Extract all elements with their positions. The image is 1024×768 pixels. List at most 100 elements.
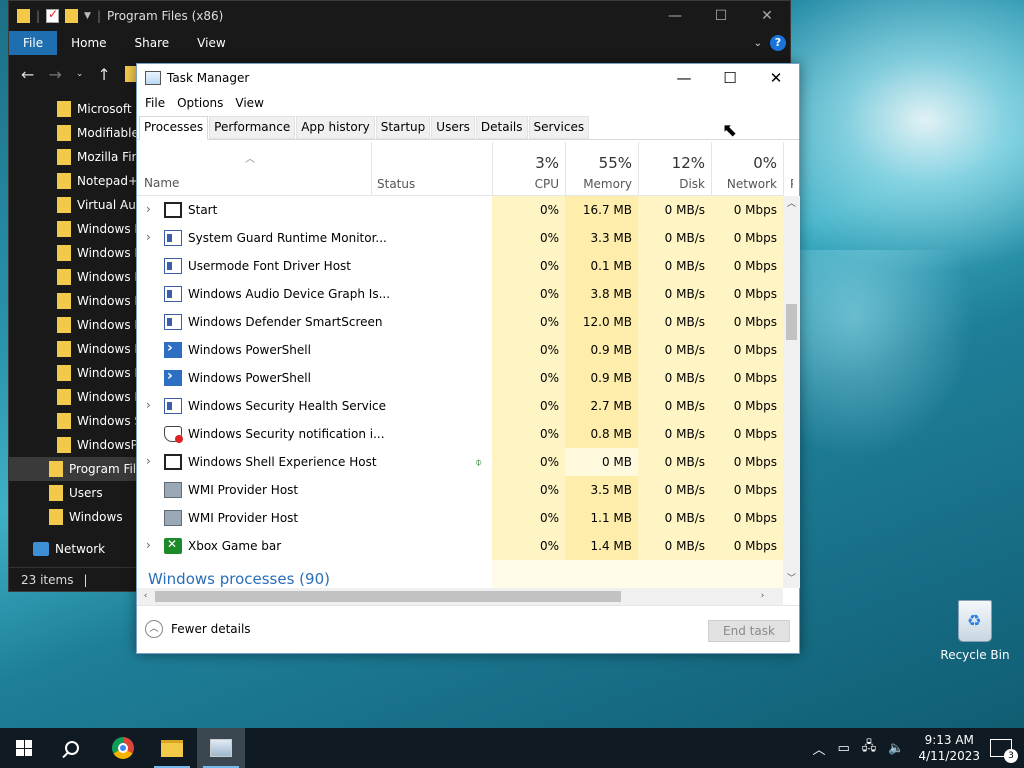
column-name[interactable]: Name [144,176,179,190]
sidebar-item[interactable]: Windows S [9,409,136,433]
end-task-button[interactable]: End task [708,620,790,642]
ribbon-expand-chevron-icon[interactable]: ⌄ [754,38,762,49]
column-power-header[interactable]: P [783,142,793,196]
properties-icon[interactable] [46,7,60,23]
volume-icon[interactable]: 🔈 [888,741,904,756]
menu-options[interactable]: Options [173,96,231,110]
table-row[interactable]: Windows PowerShell 0%0.9 MB0 MB/s0 Mbps [137,364,783,392]
explorer-minimize-button[interactable]: — [652,1,698,31]
sidebar-item[interactable]: Modifiable [9,121,136,145]
tab-performance[interactable]: Performance [209,116,296,139]
clock[interactable]: 9:13 AM 4/11/2023 [918,732,980,764]
taskbar-chrome[interactable] [99,728,147,768]
sidebar-item[interactable]: Windows M [9,289,136,313]
menu-view[interactable]: View [231,96,271,110]
expand-chevron-icon[interactable]: › [146,230,151,244]
sidebar-item[interactable]: Notepad++ [9,169,136,193]
tab-processes[interactable]: Processes [139,116,209,140]
explorer-close-button[interactable]: ✕ [744,1,790,31]
sidebar-item[interactable]: Windows P [9,385,136,409]
help-icon[interactable]: ? [770,35,786,51]
scroll-right-icon[interactable]: › [754,588,771,605]
table-row[interactable]: Windows Defender SmartScreen 0% 12.0 MB 0 M… [137,308,783,336]
sidebar-item[interactable]: Network [9,537,136,561]
table-row[interactable]: Windows Audio Device Graph Is... 0% 3.8 MB… [137,280,783,308]
column-cpu-header[interactable]: 3% CPU [492,142,565,196]
explorer-title-bar[interactable]: | ▼ | Program Files (x86) — ☐ ✕ [9,1,790,31]
forward-arrow-icon[interactable]: → [48,65,61,84]
sidebar-item[interactable]: Mozilla Fire [9,145,136,169]
sidebar-item[interactable]: Program File [9,457,136,481]
maximize-button[interactable]: ☐ [707,64,753,92]
sidebar-item[interactable]: Virtual Aud [9,193,136,217]
expand-chevron-icon[interactable]: › [146,454,151,468]
quick-access-dropdown-icon[interactable]: ▼ [84,11,91,21]
group-header-row[interactable]: Windows processes (90) [137,560,783,590]
expand-chevron-icon[interactable]: › [146,538,151,552]
close-button[interactable]: ✕ [753,64,799,92]
sidebar-item[interactable]: WindowsPo [9,433,136,457]
scroll-up-icon[interactable]: ︿ [783,196,800,213]
menu-file[interactable]: File [141,96,173,110]
table-row[interactable]: Windows PowerShell 0%0.9 MB0 MB/s0 Mbps [137,336,783,364]
ribbon-tab-home[interactable]: Home [57,31,120,55]
ribbon-tab-view[interactable]: View [183,31,239,55]
action-center-icon[interactable]: 3 [990,739,1018,763]
tablet-icon[interactable]: ▭ [837,741,849,756]
network-icon[interactable]: 🖧 [862,737,877,759]
table-row[interactable]: › System Guard Runtime Monitor... 0% 3.3 MB… [137,224,783,252]
ribbon-tab-share[interactable]: Share [121,31,184,55]
vertical-scroll-thumb[interactable] [786,304,797,340]
sidebar-item[interactable]: Windows D [9,241,136,265]
sidebar-item[interactable]: Windows P [9,361,136,385]
table-row[interactable]: Windows Security notification i... 0% 0.8 … [137,420,783,448]
up-arrow-icon[interactable]: ↑ [97,65,110,84]
horizontal-scroll-thumb[interactable] [155,591,621,602]
expand-chevron-icon[interactable]: › [146,202,151,216]
show-hidden-icons-chevron-icon[interactable]: ︿ [812,739,825,758]
table-row[interactable]: Usermode Font Driver Host 0% 0.1 MB 0 MB/s 0… [137,252,783,280]
shield-process-icon [164,426,183,443]
recycle-bin[interactable]: Recycle Bin [940,600,1010,662]
table-row[interactable]: › Windows Shell Experience Host ⌽ 0% 0 MB 0 M… [137,448,783,476]
table-row[interactable]: › Start 0% 16.7 MB 0 MB/s 0 Mbps [137,196,783,224]
tab-services[interactable]: Services [528,116,590,139]
horizontal-scrollbar[interactable]: ‹ › [137,588,783,605]
sidebar-item[interactable]: Windows M [9,265,136,289]
column-status-header[interactable]: Status [371,142,492,196]
expand-chevron-icon[interactable]: › [146,398,151,412]
taskbar-file-explorer[interactable] [148,728,196,768]
tab-app-history[interactable]: App history [296,116,375,139]
sidebar-item[interactable]: Windows D [9,217,136,241]
minimize-button[interactable]: — [661,64,707,92]
task-manager-title-bar[interactable]: Task Manager — ☐ ✕ [137,64,799,92]
column-memory-header[interactable]: 55% Memory [565,142,638,196]
tab-startup[interactable]: Startup [375,116,431,139]
table-row[interactable]: › Windows Security Health Service 0% 2.7 MB… [137,392,783,420]
tab-users[interactable]: Users [431,116,475,139]
sidebar-item[interactable]: Windows M [9,313,136,337]
scroll-down-icon[interactable]: ﹀ [783,571,800,588]
sidebar-item[interactable]: Windows N [9,337,136,361]
search-button[interactable] [48,728,96,768]
table-row[interactable]: WMI Provider Host 0% 3.5 MB 0 MB/s 0 Mbps [137,476,783,504]
ribbon-tab-file[interactable]: File [9,31,58,55]
recent-dropdown-icon[interactable]: ⌄ [76,69,84,79]
column-disk-header[interactable]: 12% Disk [638,142,711,196]
sidebar-item[interactable]: Windows [9,505,136,529]
start-button[interactable] [0,728,48,768]
table-row[interactable]: WMI Provider Host 0% 1.1 MB 0 MB/s 0 Mbps [137,504,783,532]
sidebar-item[interactable]: Microsoft S [9,97,136,121]
taskbar-task-manager[interactable] [197,728,245,768]
explorer-maximize-button[interactable]: ☐ [698,1,744,31]
table-row[interactable]: › Xbox Game bar 0%1.4 MB0 MB/s0 Mbps [137,532,783,560]
vertical-scrollbar[interactable]: ︿ ﹀ [783,196,800,588]
sidebar-item[interactable]: Users [9,481,136,505]
new-folder-icon[interactable] [65,9,79,23]
tab-details[interactable]: Details [475,116,528,139]
column-network-header[interactable]: 0% Network [711,142,783,196]
fewer-details-button[interactable]: ︿ Fewer details [145,620,251,638]
scroll-left-icon[interactable]: ‹ [137,588,154,605]
back-arrow-icon[interactable]: ← [21,65,34,84]
task-manager-window[interactable]: Task Manager — ☐ ✕ File Options View Pro… [136,63,800,654]
